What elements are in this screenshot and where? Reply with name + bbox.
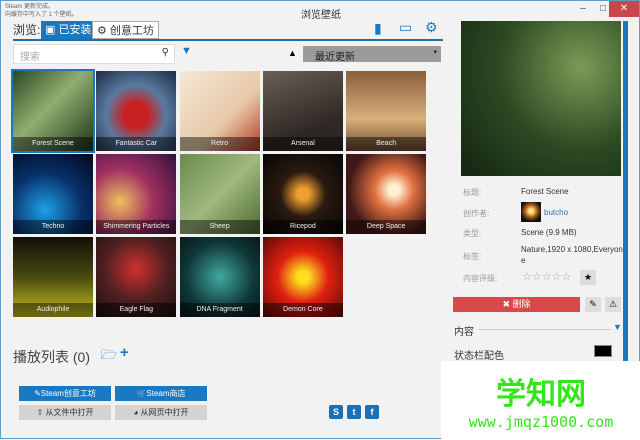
wallpaper-tile[interactable]: Ricepod (262, 154, 343, 234)
tags-value: Nature,1920 x 1080,Everyone (521, 245, 623, 265)
close-button[interactable]: ✕ (609, 1, 639, 17)
wallpaper-name: Deep Space (346, 220, 427, 234)
filter-icon[interactable]: ▼ (181, 45, 192, 57)
open-file-button[interactable]: ⇧ 从文件中打开 (19, 405, 111, 420)
plus-icon[interactable]: + (120, 344, 129, 361)
sort-direction-icon[interactable]: ▲ (288, 48, 297, 58)
browse-label: 浏览: (13, 23, 41, 37)
wallpaper-tile[interactable]: Retro (179, 71, 260, 151)
steam-social-icon[interactable]: S (329, 405, 343, 419)
wallpaper-tile[interactable]: Arsenal (262, 71, 343, 151)
cart-icon: 🛒 (136, 389, 147, 398)
monitor-icon[interactable]: ▭ (399, 19, 412, 36)
button-label: 从网页中打开 (140, 408, 189, 417)
tags-label: 标签: (463, 252, 482, 261)
tab-divider (13, 39, 443, 41)
globe-icon: ◕ (133, 408, 141, 417)
sort-select[interactable]: 最近更新 ▾ (303, 46, 441, 63)
author-link[interactable]: butcho (544, 208, 568, 217)
search-placeholder: 搜索 (20, 52, 40, 63)
delete-label: 删除 (512, 299, 531, 309)
wallpaper-tile[interactable]: Sheep (179, 154, 260, 234)
search-input[interactable]: 搜索 ⚲ (13, 44, 175, 64)
gear-icon[interactable]: ⚙ (425, 19, 438, 36)
button-label: Steam创意工坊 (40, 389, 96, 398)
statusbar-color-label: 状态栏配色 (454, 351, 504, 362)
facebook-icon[interactable]: f (365, 405, 379, 419)
scrollbar[interactable] (623, 21, 628, 361)
delete-button[interactable]: ✖ 删除 (453, 297, 580, 312)
watermark: 学知网 www.jmqz1000.com (441, 361, 640, 440)
author-label: 创作者: (463, 209, 490, 218)
color-picker[interactable] (594, 345, 612, 357)
wallpaper-name: Sheep (179, 220, 260, 234)
tab-workshop[interactable]: ⚙ 创意工坊 (92, 21, 159, 39)
wallpaper-name: Demon Core (262, 303, 343, 317)
steam-icon: ⚙ (97, 25, 110, 37)
wallpaper-name: Techno (13, 220, 93, 234)
wallpaper-name: Retro (179, 137, 260, 151)
button-label: Steam商店 (146, 389, 186, 398)
wallpaper-tile[interactable]: Demon Core (262, 237, 343, 317)
author-avatar[interactable] (521, 202, 541, 222)
wallpaper-name: Eagle Flag (96, 303, 177, 317)
rating-label: 内容评级: (463, 274, 498, 283)
file-icon[interactable]: ▮ (374, 20, 382, 37)
chevron-down-icon[interactable]: ▼ (613, 322, 622, 332)
rating-stars[interactable]: ☆☆☆☆☆ (522, 270, 571, 283)
content-label: 内容 (454, 327, 474, 338)
wallpaper-tile[interactable]: DNA Fragment (179, 237, 260, 317)
twitter-icon[interactable]: t (347, 405, 361, 419)
steam-store-button[interactable]: 🛒Steam商店 (115, 386, 207, 401)
wallpaper-tile[interactable]: Deep Space (346, 154, 427, 234)
chevron-down-icon: ▾ (433, 49, 437, 56)
wallpaper-name: Ricepod (262, 220, 343, 234)
warning-icon[interactable]: ⚠ (605, 297, 621, 312)
wallpaper-name: Fantastic Car (96, 137, 177, 151)
wallpaper-tile[interactable]: Fantastic Car (96, 71, 177, 151)
wallpaper-tile[interactable]: Techno (13, 154, 93, 234)
folder-open-icon[interactable]: 🗁 (101, 346, 117, 368)
content-divider (479, 329, 611, 330)
sort-value: 最近更新 (315, 52, 355, 63)
wallpaper-name: Arsenal (262, 137, 343, 151)
type-value: Scene (9.9 MB) (521, 228, 577, 237)
star-icon[interactable]: ★ (580, 270, 596, 285)
watermark-url: www.jmqz1000.com (468, 413, 614, 431)
wallpaper-tile[interactable]: Beach (346, 71, 427, 151)
wrench-icon[interactable]: ✎ (585, 297, 601, 312)
wrench-icon: ✎ (34, 389, 41, 398)
wallpaper-tile[interactable]: Forest Scene (11, 69, 95, 153)
wallpaper-name: Audiophile (13, 303, 93, 317)
wallpaper-tile[interactable]: Shimmering Particles (96, 154, 177, 234)
floppy-icon: ▣ (45, 24, 59, 36)
tab-label: 创意工坊 (109, 25, 154, 37)
search-icon[interactable]: ⚲ (162, 47, 169, 58)
wallpaper-tile[interactable]: Audiophile (13, 237, 93, 317)
wallpaper-name: Beach (346, 137, 427, 151)
type-label: 类型: (463, 229, 482, 238)
tab-installed[interactable]: ▣ 已安装 (41, 21, 96, 39)
title-value: Forest Scene (521, 187, 569, 196)
title-label: 标题: (463, 188, 482, 197)
wallpaper-preview (461, 21, 621, 176)
wallpaper-name: Forest Scene (13, 137, 93, 151)
wallpaper-name: Shimmering Particles (96, 220, 177, 234)
window-title: 浏览壁纸 (301, 10, 341, 21)
minimize-button[interactable]: – (573, 1, 593, 17)
open-web-button[interactable]: ◕ 从网页中打开 (115, 405, 207, 420)
wallpaper-name: DNA Fragment (179, 303, 260, 317)
x-icon: ✖ (502, 299, 513, 309)
playlist-title: 播放列表 (0) (13, 349, 90, 365)
tab-label: 已安装 (58, 24, 92, 36)
steam-workshop-button[interactable]: ✎Steam创意工坊 (19, 386, 111, 401)
watermark-name: 学知网 (496, 378, 586, 411)
wallpaper-tile[interactable]: Eagle Flag (96, 237, 177, 317)
button-label: 从文件中打开 (45, 408, 94, 417)
